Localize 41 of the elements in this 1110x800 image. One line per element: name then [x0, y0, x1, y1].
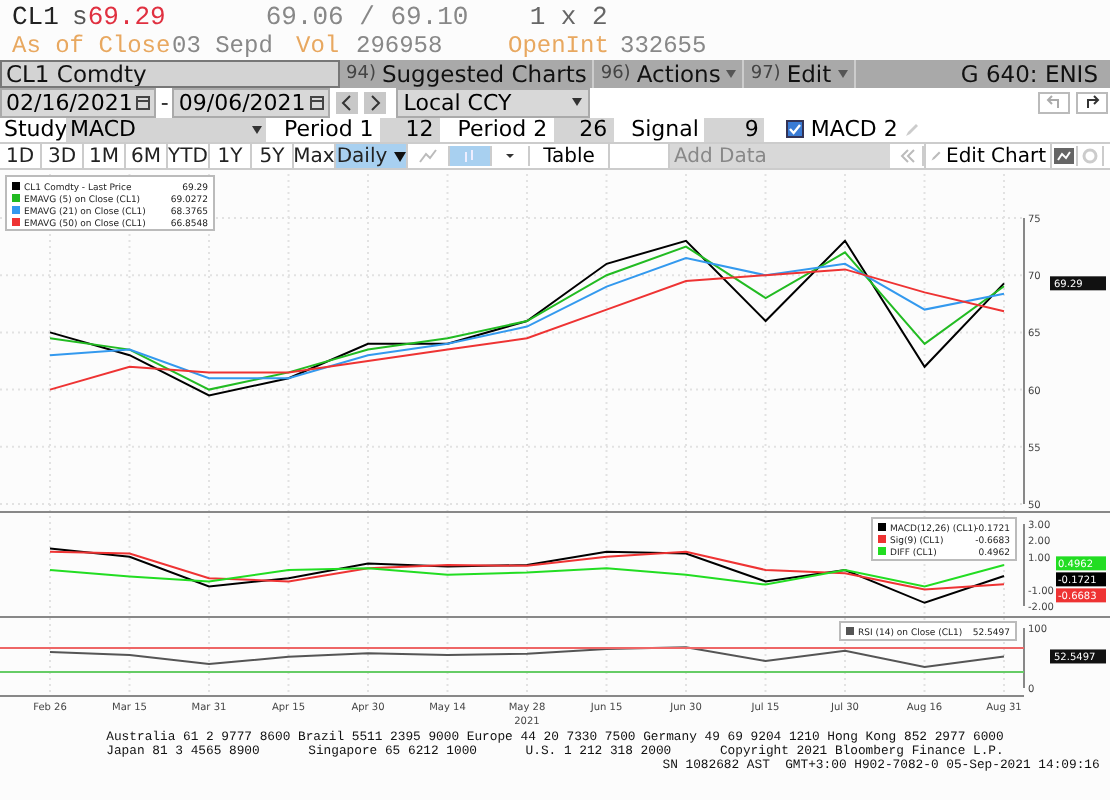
bid-ask: 69.06 / 69.10 [265, 1, 471, 31]
period-button[interactable]: 6M [126, 144, 168, 168]
chart-settings-icon[interactable] [1052, 146, 1079, 166]
bid-ask-size: 1 x 2 [529, 1, 608, 31]
calendar-icon[interactable] [309, 95, 324, 109]
volume-value: 296958 [356, 32, 445, 60]
function-code: G 640: ENIS [960, 60, 1100, 88]
redo-icon[interactable] [1076, 91, 1108, 113]
volume-label: Vol [296, 32, 342, 60]
parameter-label: Period 1 [284, 116, 374, 142]
caret-icon [252, 125, 262, 133]
open-interest-label: OpenInt [508, 32, 611, 60]
parameter-field[interactable]: 9 [704, 117, 765, 141]
parameter-field[interactable]: 26 [553, 117, 614, 141]
close-date: 03 Sepd [172, 32, 275, 60]
calendar-icon[interactable] [136, 95, 151, 109]
period-button[interactable]: YTD [168, 144, 210, 168]
caret-icon [393, 151, 406, 161]
study-dropdown[interactable]: MACD [66, 117, 266, 141]
period-button[interactable]: Daily [336, 144, 408, 168]
close-label: As of Close [12, 32, 172, 60]
date-separator: - [160, 89, 169, 115]
parameter-label: Period 2 [457, 116, 548, 142]
start-date-field[interactable]: 02/16/2021 [0, 87, 157, 117]
add-data-field[interactable]: Add Data [670, 144, 890, 168]
end-date-field[interactable]: 09/06/2021 [172, 87, 330, 117]
caret-icon [571, 98, 582, 106]
next-icon[interactable] [363, 91, 386, 113]
period-button[interactable]: Max [294, 144, 336, 168]
pencil-icon [930, 150, 942, 162]
edit-chart-button[interactable]: Edit Chart [924, 144, 1053, 168]
ticker: CL1 [12, 1, 61, 31]
open-interest-value: 332655 [620, 32, 707, 60]
last-price: 69.29 [87, 1, 168, 31]
previous-icon[interactable] [335, 91, 358, 113]
currency-dropdown[interactable]: Local CCY [395, 87, 590, 117]
checkbox-label: MACD 2 [810, 116, 898, 142]
parameter-field[interactable]: 12 [379, 117, 440, 141]
price-source-label: s [72, 1, 88, 31]
checkbox[interactable] [786, 120, 805, 138]
parameter-label: Signal [631, 116, 699, 142]
